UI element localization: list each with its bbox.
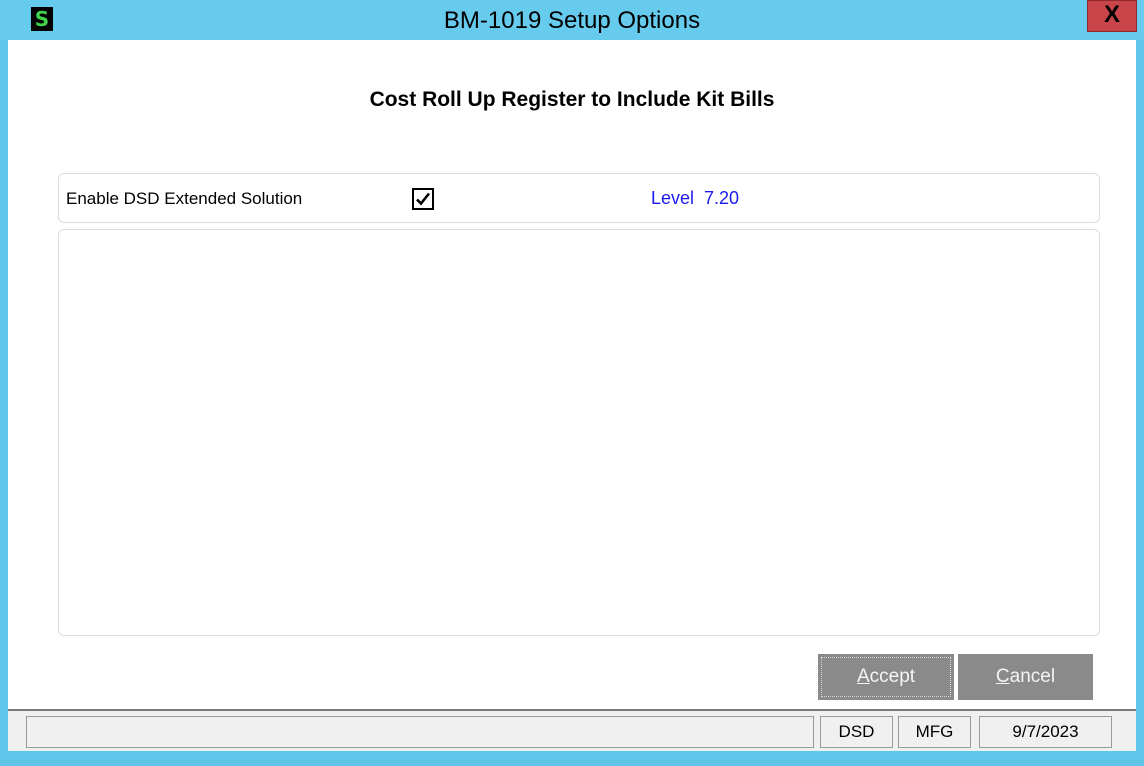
checkmark-icon [416, 192, 431, 206]
cancel-label: ancel [1009, 666, 1056, 687]
cancel-button[interactable]: Cancel [958, 654, 1093, 700]
close-icon: X [1103, 1, 1120, 28]
status-date: 9/7/2023 [979, 716, 1112, 748]
level-version-text: Level 7.20 [651, 188, 740, 208]
enable-extended-solution-checkbox[interactable] [412, 188, 434, 210]
dialog-body: Cost Roll Up Register to Include Kit Bil… [8, 40, 1136, 709]
status-bar: DSD MFG 9/7/2023 [8, 709, 1136, 751]
status-module: MFG [898, 716, 971, 748]
status-message [26, 716, 814, 748]
status-dsd: DSD [820, 716, 893, 748]
setup-options-window: S BM-1019 Setup Options X Cost Roll Up R… [0, 0, 1144, 766]
enable-panel: Enable DSD Extended Solution Level 7.20 [58, 173, 1100, 223]
enable-extended-solution-label: Enable DSD Extended Solution [66, 189, 303, 208]
title-bar[interactable]: S BM-1019 Setup Options X [0, 0, 1144, 40]
accept-button[interactable]: Accept [818, 654, 954, 700]
close-button[interactable]: X [1087, 0, 1137, 32]
cancel-mnemonic: C [995, 666, 1010, 687]
window-bottom-border [0, 751, 1144, 766]
dialog-heading: Cost Roll Up Register to Include Kit Bil… [369, 88, 775, 111]
focus-rectangle [821, 657, 951, 697]
options-panel [58, 229, 1100, 636]
window-title: BM-1019 Setup Options [443, 7, 701, 34]
